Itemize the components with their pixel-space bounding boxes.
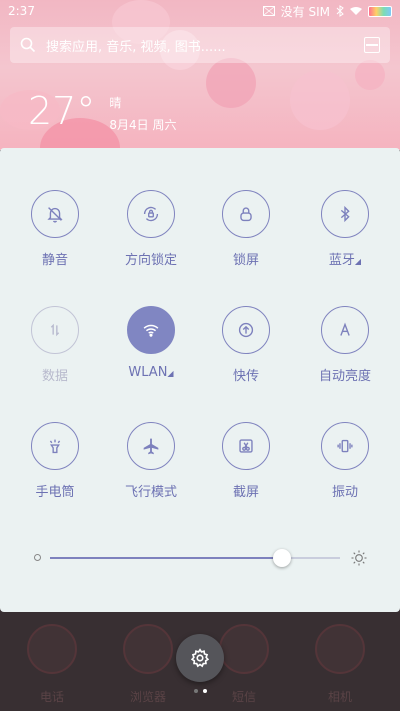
flashlight-icon	[31, 422, 79, 470]
wifi-icon	[127, 306, 175, 354]
dock-label: 相机	[327, 690, 352, 704]
gear-icon	[190, 648, 210, 668]
toggle-auto-brightness[interactable]: 自动亮度	[300, 306, 390, 384]
dock-label: 电话	[39, 690, 64, 704]
dock-item-phone[interactable]: 电话	[22, 624, 82, 705]
toggle-flashlight[interactable]: 手电筒	[10, 422, 100, 500]
auto-brightness-icon	[321, 306, 369, 354]
status-bar: 2:37 没有 SIM	[0, 0, 400, 22]
search-placeholder: 搜索应用, 音乐, 视频, 图书......	[46, 39, 226, 55]
brightness-fill	[50, 557, 282, 559]
temperature: 27°	[28, 89, 96, 133]
toggle-label: WLAN◢	[128, 365, 174, 380]
screenshot-icon	[222, 422, 270, 470]
toggle-rotation-lock[interactable]: 方向锁定	[106, 190, 196, 268]
toggle-label: 方向锁定	[124, 253, 177, 268]
toggle-label: 截屏	[232, 485, 259, 500]
page-dot	[194, 689, 198, 693]
search-icon	[20, 37, 36, 53]
toggle-mute[interactable]: 静音	[10, 190, 100, 268]
battery-icon	[368, 5, 392, 17]
phone-icon	[27, 624, 77, 674]
toggle-bluetooth[interactable]: 蓝牙◢	[300, 190, 390, 268]
mobile-data-icon	[31, 306, 79, 354]
search-bar[interactable]: 搜索应用, 音乐, 视频, 图书......	[10, 27, 390, 63]
dock-label: 浏览器	[129, 690, 166, 704]
brightness-slider[interactable]	[34, 546, 370, 570]
toggle-label: 振动	[331, 485, 358, 500]
toggle-vibrate[interactable]: 振动	[300, 422, 390, 500]
blossom-decoration	[206, 58, 256, 108]
page-indicator	[194, 689, 207, 693]
weather-date: 8月4日 周六	[109, 118, 177, 132]
bluetooth-icon	[321, 190, 369, 238]
toggle-screenshot[interactable]: 截屏	[201, 422, 291, 500]
status-time: 2:37	[8, 4, 35, 18]
vibrate-icon	[321, 422, 369, 470]
wifi-status-icon	[350, 7, 362, 15]
brightness-track[interactable]	[50, 549, 340, 567]
blossom-decoration	[355, 60, 385, 90]
dock-item-browser[interactable]: 浏览器	[118, 624, 178, 705]
toggle-label: 飞行模式	[124, 485, 177, 500]
quick-transfer-icon	[222, 306, 270, 354]
weather-condition: 晴	[109, 96, 122, 110]
toggle-label: 手电筒	[35, 485, 75, 500]
blossom-decoration	[290, 70, 350, 130]
sim-status: 没有 SIM	[280, 4, 330, 19]
toggle-wlan[interactable]: WLAN◢	[106, 306, 196, 380]
toggle-label: 快传	[232, 369, 259, 384]
toggle-label: 自动亮度	[318, 369, 371, 384]
toggle-label: 蓝牙◢	[328, 253, 362, 268]
toggle-label: 静音	[41, 253, 68, 268]
notification-icon	[262, 6, 275, 16]
brightness-high-icon	[351, 550, 367, 566]
brightness-thumb[interactable]	[273, 549, 291, 567]
scan-icon[interactable]	[364, 37, 380, 53]
toggle-mobile-data[interactable]: 数据	[10, 306, 100, 384]
dock-item-camera[interactable]: 相机	[310, 624, 370, 705]
brightness-low-icon	[34, 554, 41, 561]
airplane-icon	[127, 422, 175, 470]
toggle-lock-screen[interactable]: 锁屏	[201, 190, 291, 268]
toggle-airplane[interactable]: 飞行模式	[106, 422, 196, 500]
toggle-label: 数据	[41, 369, 68, 384]
toggle-label: 锁屏	[232, 253, 259, 268]
messages-icon	[219, 624, 269, 674]
rotation-lock-icon	[127, 190, 175, 238]
toggle-quick-transfer[interactable]: 快传	[201, 306, 291, 384]
page-dot-active	[203, 689, 207, 693]
settings-button[interactable]	[176, 634, 224, 682]
weather-widget[interactable]: 27° 晴 8月4日 周六	[28, 92, 176, 138]
bluetooth-status-icon	[336, 5, 344, 17]
browser-icon	[123, 624, 173, 674]
dock-label: 短信	[231, 690, 256, 704]
camera-icon	[315, 624, 365, 674]
mute-bell-icon	[31, 190, 79, 238]
quick-settings-panel: 静音 方向锁定 锁屏 蓝牙◢ 数据 WLAN◢ 快传 自动亮度 手电筒 飞行模式…	[0, 148, 400, 612]
lock-icon	[222, 190, 270, 238]
